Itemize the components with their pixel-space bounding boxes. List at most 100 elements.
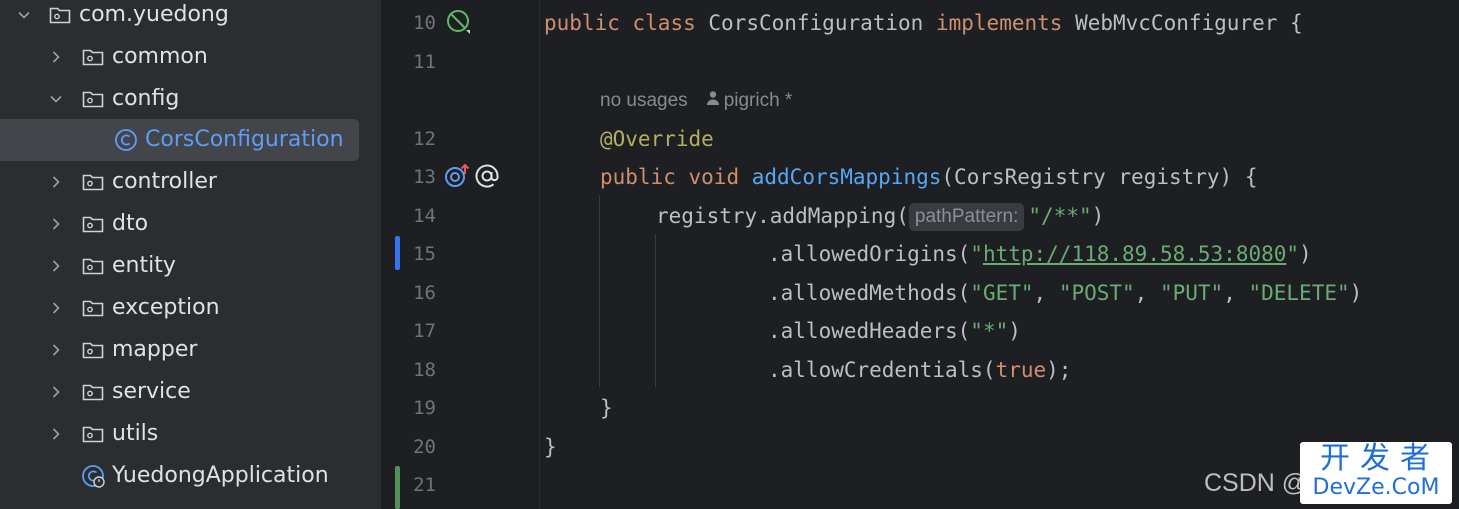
tree-item-service[interactable]: service: [0, 371, 381, 413]
string-literal: "POST": [1058, 281, 1135, 305]
tree-item-mapper[interactable]: mapper: [0, 329, 381, 371]
indent-guide: [599, 195, 600, 387]
chevron-right-icon[interactable]: [45, 381, 67, 403]
tree-item-label: exception: [112, 295, 220, 320]
line-number: 13: [413, 166, 436, 188]
tree-item-com-yuedong[interactable]: com.yuedong: [0, 0, 381, 36]
chevron-down-icon[interactable]: [45, 88, 67, 110]
punctuation: ,: [1033, 281, 1059, 305]
line-number: 10: [413, 12, 436, 34]
watermark-brand-cn: 开发者: [1320, 441, 1440, 476]
usages-hint[interactable]: no usages: [600, 90, 688, 111]
punctuation: );: [1046, 358, 1072, 382]
tree-item-label: utils: [112, 421, 159, 446]
code-line-19[interactable]: }: [600, 389, 613, 427]
string-literal: "*": [970, 319, 1009, 343]
tree-item-exception[interactable]: exception: [0, 287, 381, 329]
tree-item-yuedong-application[interactable]: YuedongApplication: [0, 455, 381, 497]
code-line-16[interactable]: .allowedMethods("GET", "POST", "PUT", "D…: [768, 274, 1362, 312]
tree-item-label: CorsConfiguration: [145, 127, 344, 152]
method-call: .allowCredentials(: [768, 358, 996, 382]
keyword: class: [632, 11, 696, 35]
punctuation: ): [1349, 281, 1363, 305]
code-line-14[interactable]: registry.addMapping(pathPattern: "/**"): [656, 197, 1104, 235]
string-quote: ": [1286, 242, 1300, 266]
keyword: true: [995, 358, 1047, 382]
keyword: void: [688, 165, 740, 189]
tree-item-dto[interactable]: dto: [0, 203, 381, 245]
package-folder-icon: [80, 211, 106, 237]
line-number: 15: [413, 243, 436, 265]
tree-item-controller[interactable]: controller: [0, 161, 381, 203]
chevron-right-icon[interactable]: [45, 423, 67, 445]
method-call: .allowedMethods(: [768, 281, 971, 305]
punctuation: ): [1008, 319, 1021, 343]
tree-item-label: common: [112, 44, 208, 69]
tree-item-label: controller: [112, 169, 217, 194]
chevron-right-icon[interactable]: [45, 255, 67, 277]
chevron-right-icon[interactable]: [45, 46, 67, 68]
chevron-right-icon[interactable]: [45, 297, 67, 319]
tree-item-config[interactable]: config: [0, 78, 381, 120]
string-quote: ": [970, 242, 983, 266]
tree-item-label: YuedongApplication: [112, 463, 329, 488]
code-line-17[interactable]: .allowedHeaders("*"): [768, 312, 1021, 350]
author-icon: [706, 82, 720, 120]
csdn-watermark: CSDN @: [1204, 469, 1308, 497]
added-line-marker[interactable]: [395, 466, 400, 509]
chevron-right-icon[interactable]: [45, 171, 67, 193]
code-line-12[interactable]: @Override: [600, 120, 714, 158]
tree-item-utils[interactable]: utils: [0, 413, 381, 455]
keyword: implements: [935, 11, 1063, 35]
punctuation: ,: [1223, 281, 1249, 305]
tree-item-label: config: [112, 86, 180, 111]
package-folder-icon: [80, 253, 106, 279]
code-line-18[interactable]: .allowCredentials(true);: [768, 351, 1071, 389]
tree-item-cors-configuration[interactable]: CorsConfiguration: [0, 119, 381, 161]
gutter-separator: [539, 0, 540, 509]
parameter-list: (CorsRegistry registry) {: [941, 165, 1258, 189]
line-number: 17: [413, 320, 436, 342]
line-number: 21: [413, 474, 436, 496]
keyword: public: [600, 165, 676, 189]
code-area[interactable]: public class CorsConfiguration implement…: [544, 0, 1459, 509]
punctuation: ): [1091, 204, 1105, 228]
chevron-right-icon[interactable]: [45, 213, 67, 235]
punctuation: ): [1299, 242, 1312, 266]
code-editor[interactable]: 10 11 12 13 14 15 16 17 18 19 20 21 publ…: [381, 0, 1459, 509]
code-line-15[interactable]: .allowedOrigins("http://118.89.58.53:808…: [768, 235, 1312, 273]
author-hint[interactable]: pigrich *: [724, 90, 793, 111]
spring-boot-class-icon: [80, 463, 106, 489]
package-folder-icon: [80, 86, 106, 112]
tree-item-common[interactable]: common: [0, 36, 381, 78]
no-implementations-icon[interactable]: [444, 8, 472, 36]
url-link[interactable]: http://118.89.58.53:8080: [983, 242, 1286, 266]
code-line-20[interactable]: }: [544, 428, 557, 466]
package-folder-icon: [80, 421, 106, 447]
chevron-right-icon[interactable]: [45, 339, 67, 361]
interface-name: WebMvcConfigurer {: [1075, 11, 1303, 35]
string-literal: "/**": [1028, 204, 1092, 228]
parameter-hint: pathPattern:: [908, 203, 1025, 231]
spring-annotation-icon[interactable]: [473, 162, 501, 190]
method-name: addCorsMappings: [751, 165, 942, 189]
modified-line-marker[interactable]: [395, 236, 400, 270]
tree-item-label: com.yuedong: [79, 2, 229, 27]
tree-item-label: dto: [112, 211, 149, 236]
line-number: 20: [413, 436, 436, 458]
chevron-down-icon[interactable]: [13, 4, 35, 26]
method-call: .allowedOrigins(: [768, 242, 971, 266]
method-call: .allowedHeaders(: [768, 319, 971, 343]
code-line-13[interactable]: public void addCorsMappings(CorsRegistry…: [600, 158, 1257, 196]
tree-item-entity[interactable]: entity: [0, 245, 381, 287]
editor-gutter: 10 11 12 13 14 15 16 17 18 19 20 21: [381, 0, 539, 509]
punctuation: ,: [1134, 281, 1160, 305]
overrides-method-icon[interactable]: [443, 162, 471, 190]
line-number: 14: [413, 205, 436, 227]
code-line-10[interactable]: public class CorsConfiguration implement…: [544, 4, 1303, 42]
method-call: registry.addMapping(: [656, 204, 909, 228]
code-vision-hint[interactable]: no usages pigrich *: [600, 82, 792, 120]
package-folder-icon: [80, 44, 106, 70]
keyword: public: [544, 11, 620, 35]
package-folder-icon: [47, 2, 73, 28]
